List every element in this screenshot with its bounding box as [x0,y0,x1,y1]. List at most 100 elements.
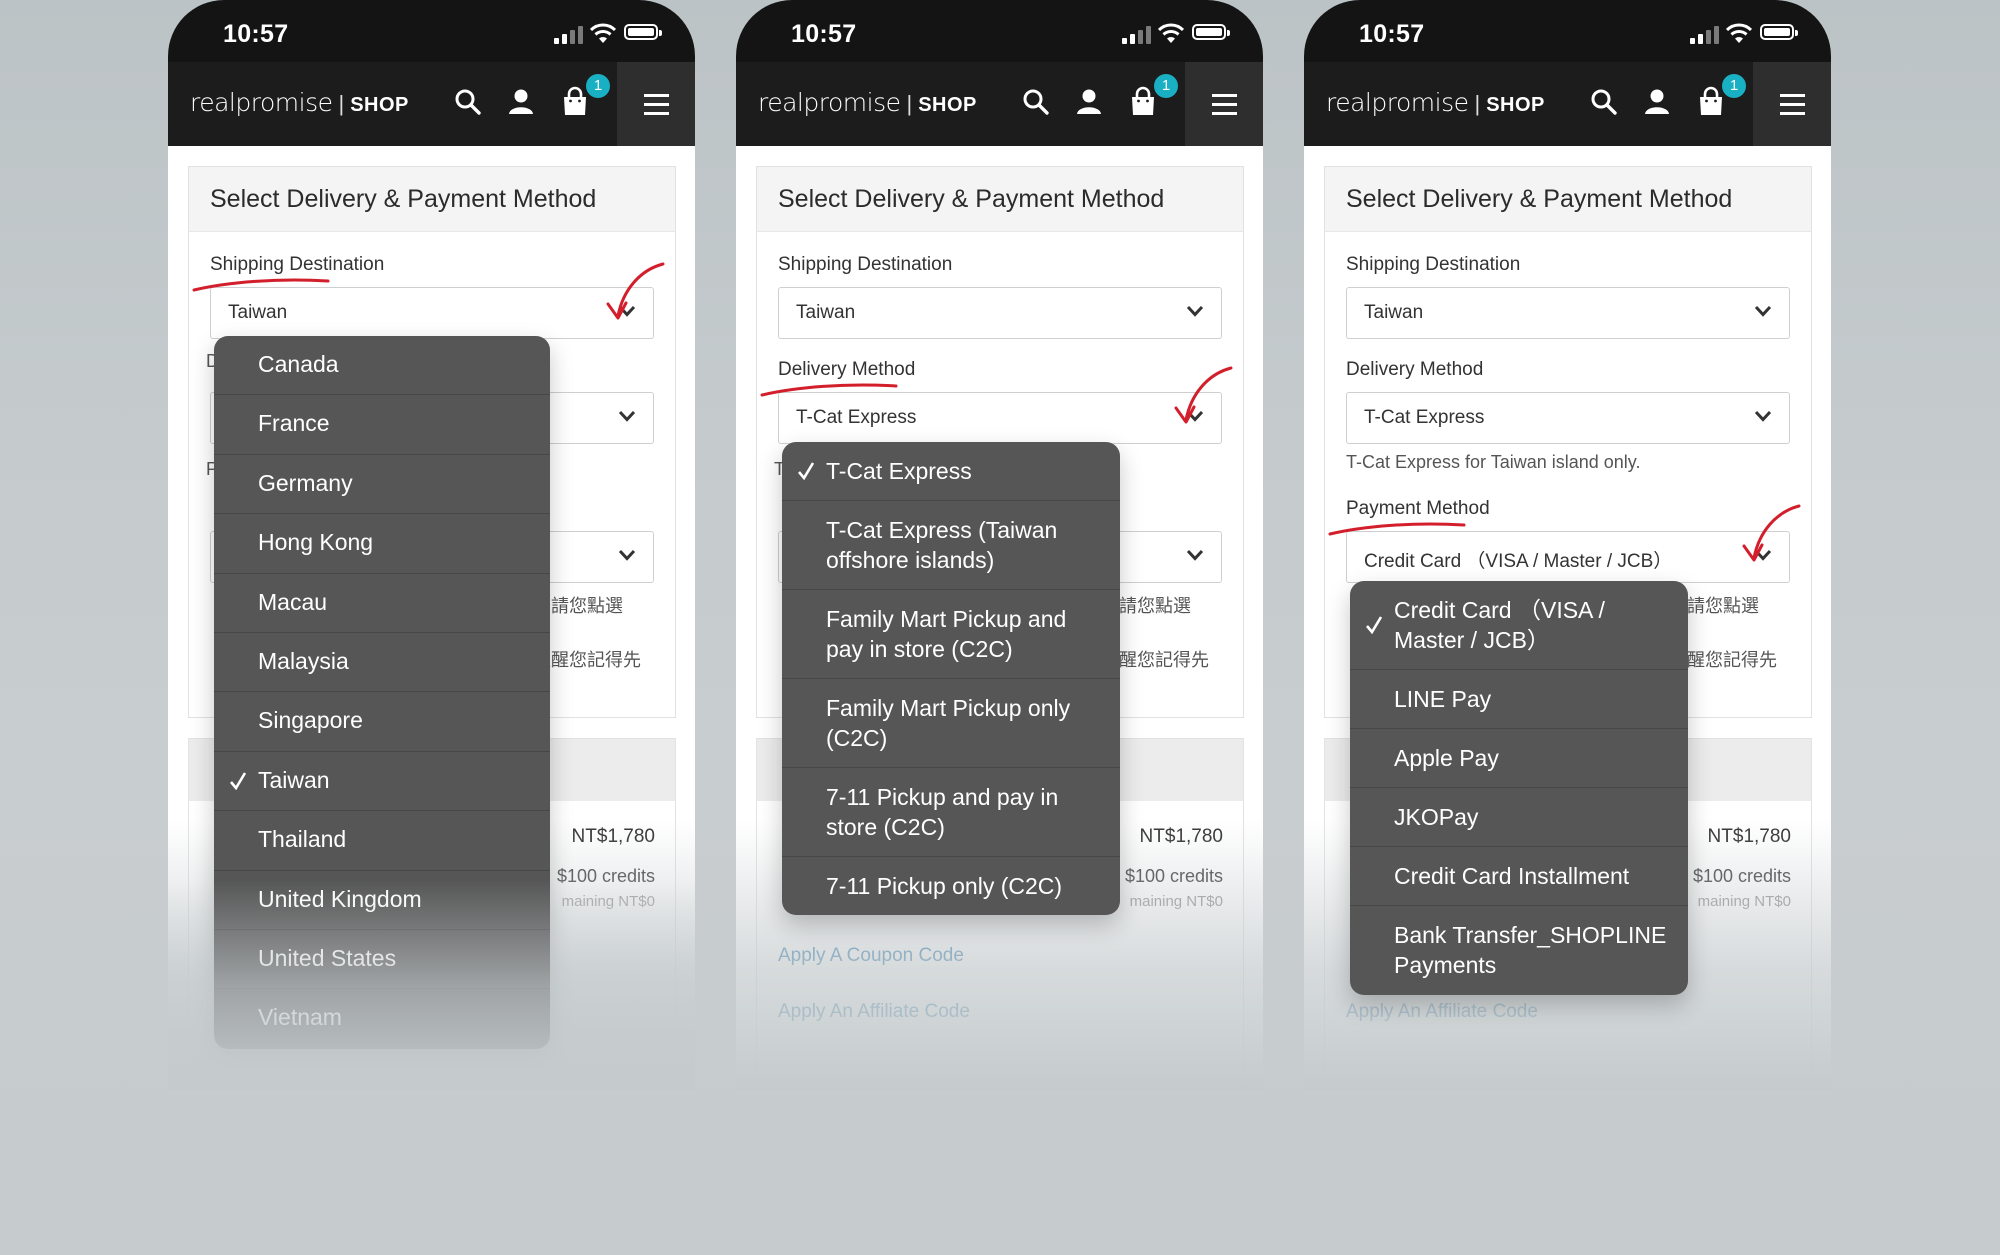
dropdown-option[interactable]: France [214,395,550,455]
chevron-down-icon [618,305,636,317]
card-header: Select Delivery & Payment Method [189,167,675,232]
dropdown-option[interactable]: Family Mart Pickup and pay in store (C2C… [782,590,1120,679]
shopping-bag-icon[interactable] [560,86,590,118]
dropdown-option[interactable]: Germany [214,455,550,515]
shipping-destination-value: Taiwan [228,302,288,323]
cellular-signal-icon [554,26,584,44]
shipping-destination-label: Shipping Destination [1346,254,1521,275]
payment-method-value: Credit Card （VISA / Master / JCB） [1364,551,1673,572]
wifi-icon [1158,23,1184,43]
user-icon[interactable] [1642,86,1672,118]
dropdown-option[interactable]: Hong Kong [214,514,550,574]
shipping-destination-select[interactable]: Taiwan [1346,287,1790,339]
site-header: realpromise | SHOP 1 [168,62,695,146]
user-icon[interactable] [1074,86,1104,118]
checkmark-icon [1366,616,1383,635]
site-logo[interactable]: realpromise | SHOP [190,88,409,117]
card-title: Select Delivery & Payment Method [1346,185,1733,213]
apply-affiliate-link[interactable]: Apply An Affiliate Code [1346,1001,1538,1023]
shipping-destination-label: Shipping Destination [778,254,953,275]
dropdown-option[interactable]: Family Mart Pickup only (C2C) [782,679,1120,768]
dropdown-option[interactable]: Bank Transfer_SHOPLINE Payments [1350,906,1688,995]
shipping-destination-value: Taiwan [796,302,856,323]
apply-affiliate-link[interactable]: Apply An Affiliate Code [778,1001,970,1023]
dropdown-option[interactable]: United Kingdom [214,871,550,930]
cart-count-badge: 1 [586,74,610,98]
hamburger-menu-icon[interactable] [1753,62,1831,146]
dropdown-option[interactable]: United States [214,930,550,990]
chevron-down-icon [1186,305,1204,317]
shipping-destination-select[interactable]: Taiwan [778,287,1222,339]
dropdown-option[interactable]: JKOPay [1350,788,1688,847]
search-icon[interactable] [1021,86,1051,118]
status-time: 10:57 [791,20,857,48]
dropdown-option[interactable]: Canada [214,336,550,396]
phone-screen-delivery: 10:57 realpromise | SHOP 1 Select Delivery… [736,0,1263,1090]
battery-icon [624,24,662,40]
dropdown-option[interactable]: Singapore [214,692,550,752]
shipping-destination-value: Taiwan [1364,302,1424,323]
hamburger-menu-icon[interactable] [617,62,695,146]
wifi-icon [590,23,616,43]
delivery-method-value: T-Cat Express [796,407,917,428]
checkmark-icon [798,462,815,481]
dropdown-option-selected[interactable]: Taiwan [214,752,550,812]
order-total-price: NT$1,780 [1139,826,1223,847]
status-bar: 10:57 [736,0,1263,62]
status-time: 10:57 [223,20,289,48]
payment-method-select[interactable]: Credit Card （VISA / Master / JCB） [1346,531,1790,583]
delivery-method-select[interactable]: T-Cat Express [778,392,1222,444]
delivery-method-note: T-Cat Express for Taiwan island only. [1346,452,1641,472]
shipping-destination-select[interactable]: Taiwan [210,287,654,339]
dropdown-option[interactable]: Malaysia [214,633,550,693]
partial-notice-text: 請您點選 [551,596,623,616]
search-icon[interactable] [453,86,483,118]
shopping-bag-icon[interactable] [1696,86,1726,118]
delivery-method-value: T-Cat Express [1364,407,1485,428]
dropdown-option[interactable]: Macau [214,574,550,633]
cart-count-badge: 1 [1722,74,1746,98]
status-time: 10:57 [1359,20,1425,48]
payment-method-label: Payment Method [1346,498,1490,519]
chevron-down-icon [618,549,636,561]
shipping-destination-label: Shipping Destination [210,254,385,275]
delivery-method-select[interactable]: T-Cat Express [1346,392,1790,444]
dropdown-option[interactable]: 7-11 Pickup and pay in store (C2C) [782,768,1120,857]
wifi-icon [1726,23,1752,43]
credits-text: $100 credits [1124,866,1223,886]
remaining-text: maining NT$0 [1697,893,1791,910]
credits-text: $100 credits [1692,866,1791,886]
dropdown-option[interactable]: Thailand [214,811,550,871]
shopping-bag-icon[interactable] [1128,86,1158,118]
hamburger-menu-icon[interactable] [1185,62,1263,146]
chevron-down-icon [1186,410,1204,422]
site-logo[interactable]: realpromise | SHOP [758,88,977,117]
site-logo[interactable]: realpromise | SHOP [1326,88,1545,117]
user-icon[interactable] [506,86,536,118]
search-icon[interactable] [1589,86,1619,118]
apply-coupon-link[interactable]: Apply A Coupon Code [778,945,964,967]
card-title: Select Delivery & Payment Method [778,185,1165,213]
cart-count-badge: 1 [1154,74,1178,98]
cellular-signal-icon [1122,26,1152,44]
dropdown-option[interactable]: 7-11 Pickup only (C2C) [782,857,1120,915]
remaining-text: maining NT$0 [561,893,655,910]
credits-text: $100 credits [556,866,655,886]
dropdown-option[interactable]: LINE Pay [1350,670,1688,729]
status-bar: 10:57 [168,0,695,62]
card-header: Select Delivery & Payment Method [1325,167,1811,232]
chevron-down-icon [618,410,636,422]
dropdown-option[interactable]: Vietnam [214,989,550,1048]
cellular-signal-icon [1690,26,1720,44]
site-header: realpromise | SHOP 1 [1304,62,1831,146]
battery-icon [1192,24,1230,40]
dropdown-option[interactable]: Credit Card Installment [1350,847,1688,906]
phone-screen-shipping: 10:57 realpromise | SHOP 1 Select Delivery… [168,0,695,1090]
dropdown-option[interactable]: T-Cat Express (Taiwan offshore islands) [782,501,1120,590]
dropdown-option[interactable]: Apple Pay [1350,729,1688,788]
phone-screen-payment: 10:57 realpromise | SHOP 1 Select Delivery… [1304,0,1831,1090]
dropdown-option-selected[interactable]: T-Cat Express [782,442,1120,501]
chevron-down-icon [1186,549,1204,561]
chevron-down-icon [1754,305,1772,317]
dropdown-option-selected[interactable]: Credit Card （VISA / Master / JCB） [1350,581,1688,670]
